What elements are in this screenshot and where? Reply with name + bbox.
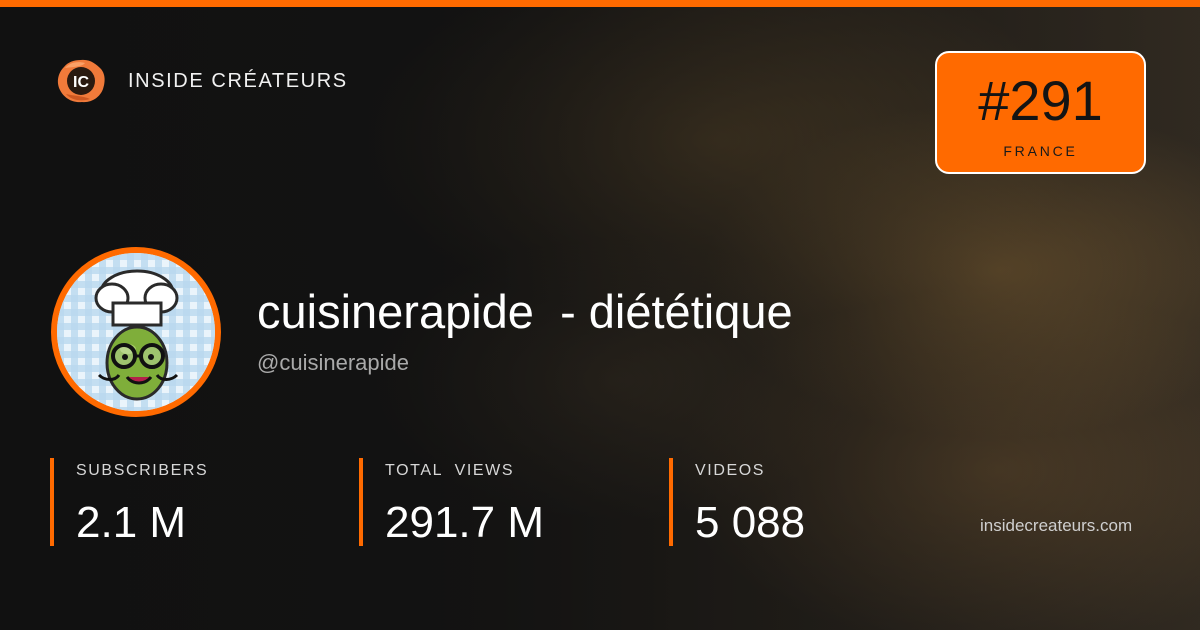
channel-title[interactable]: cuisinerapide - diététique — [257, 284, 793, 339]
stat-label: VIDEOS — [695, 462, 766, 479]
share-card: IC INSIDE CRÉATEURS #291 FRANCE cuisiner… — [0, 0, 1200, 630]
rank-country: FRANCE — [1003, 143, 1078, 159]
brand-header[interactable]: IC INSIDE CRÉATEURS — [56, 58, 348, 104]
rank-badge: #291 FRANCE — [935, 51, 1146, 174]
stat-videos: VIDEOS 5 088 — [669, 458, 806, 547]
stat-total-views: TOTAL VIEWS 291.7 M — [359, 458, 544, 547]
chef-olive-avatar-icon — [57, 253, 215, 411]
stat-value: 291.7 M — [385, 498, 544, 547]
brand-name: INSIDE CRÉATEURS — [128, 69, 348, 92]
site-link[interactable]: insidecreateurs.com — [980, 516, 1132, 536]
ic-logo-icon: IC — [56, 58, 106, 104]
stat-subscribers: SUBSCRIBERS 2.1 M — [50, 458, 209, 547]
rank-number: #291 — [978, 69, 1103, 132]
stat-value: 2.1 M — [76, 498, 187, 547]
logo-text: IC — [73, 74, 89, 91]
stat-label: SUBSCRIBERS — [76, 462, 209, 479]
accent-top-bar — [0, 0, 1200, 7]
stat-label: TOTAL VIEWS — [385, 462, 515, 479]
stat-value: 5 088 — [695, 498, 806, 547]
channel-handle: @cuisinerapide — [257, 350, 409, 375]
channel-avatar[interactable] — [51, 247, 221, 417]
